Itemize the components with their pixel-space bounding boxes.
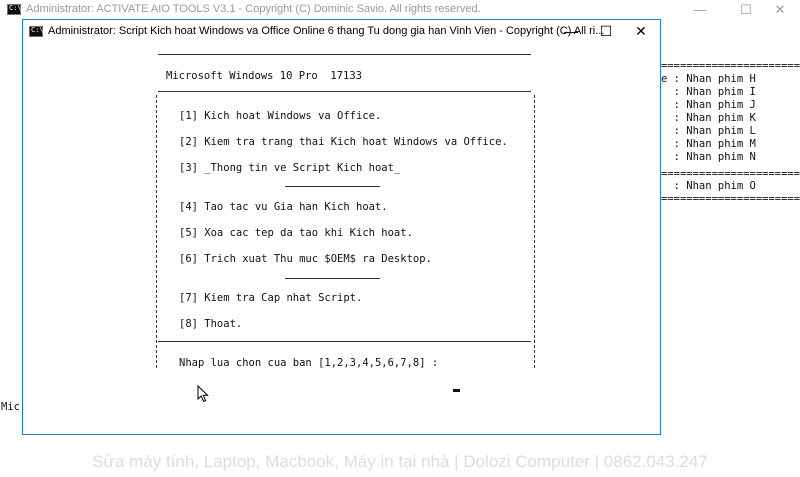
menu-item-3: [3] _Thong tin ve Script Kich hoat_ [179, 162, 401, 174]
back-console-line: : Nhan phim O [661, 180, 756, 192]
menu-item-2: [2] Kiem tra trang thai Kich hoat Window… [179, 136, 508, 148]
menu-border-right [534, 95, 535, 368]
separator-line [158, 341, 531, 342]
mouse-pointer-icon [197, 385, 209, 403]
back-close-button[interactable]: ✕ [760, 0, 800, 20]
menu-item-8: [8] Thoat. [179, 318, 243, 330]
back-minimize-button[interactable]: — [680, 0, 720, 20]
back-console-line: : Nhan phim J [661, 99, 756, 111]
separator-line [158, 91, 531, 92]
back-console-line: : Nhan phim L [661, 125, 756, 137]
menu-border-left [156, 95, 157, 368]
back-console-line: : Nhan phim N [661, 151, 756, 163]
menu-divider [285, 278, 380, 279]
back-console-line: e : Nhan phim H [661, 73, 756, 85]
watermark-text: Sửa máy tính, Laptop, Macbook, Máy in tạ… [92, 452, 708, 471]
menu-item-4: [4] Tao tac vu Gia han Kich hoat. [179, 201, 388, 213]
os-info: Microsoft Windows 10 Pro 17133 [166, 70, 362, 82]
back-window-titlebar[interactable]: Administrator: ACTIVATE AIO TOOLS V3.1 -… [0, 0, 800, 20]
menu-divider [285, 186, 380, 187]
text-cursor[interactable] [453, 389, 460, 392]
front-console-window[interactable]: Administrator: Script Kich hoat Windows … [22, 19, 661, 435]
minimize-button[interactable]: — [554, 20, 588, 43]
back-window-title: Administrator: ACTIVATE AIO TOOLS V3.1 -… [26, 3, 481, 15]
close-button[interactable]: ✕ [624, 20, 658, 43]
menu-item-5: [5] Xoa cac tep da tao khi Kich hoat. [179, 227, 413, 239]
console-output[interactable]: Microsoft Windows 10 Pro 17133 [1] Kich … [23, 43, 660, 434]
back-console-line: : Nhan phim I [661, 86, 756, 98]
back-console-line: ======================== [661, 60, 800, 72]
back-console-line: ======================== [661, 193, 800, 205]
menu-item-1: [1] Kich hoat Windows va Office. [179, 110, 382, 122]
menu-item-7: [7] Kiem tra Cap nhat Script. [179, 292, 363, 304]
console-app-icon [29, 26, 44, 37]
back-console-partial-text: Mic [1, 401, 20, 413]
choice-prompt: Nhap lua chon cua ban [1,2,3,4,5,6,7,8] … [179, 357, 439, 369]
separator-line [158, 54, 531, 55]
front-window-title: Administrator: Script Kich hoat Windows … [48, 25, 605, 37]
menu-item-6: [6] Trich xuat Thu muc $OEM$ ra Desktop. [179, 253, 432, 265]
front-window-titlebar[interactable]: Administrator: Script Kich hoat Windows … [23, 20, 660, 43]
console-app-icon [7, 4, 22, 15]
maximize-button[interactable]: ☐ [589, 20, 623, 43]
back-console-line: : Nhan phim M [661, 138, 756, 150]
back-console-line: : Nhan phim K [661, 112, 756, 124]
